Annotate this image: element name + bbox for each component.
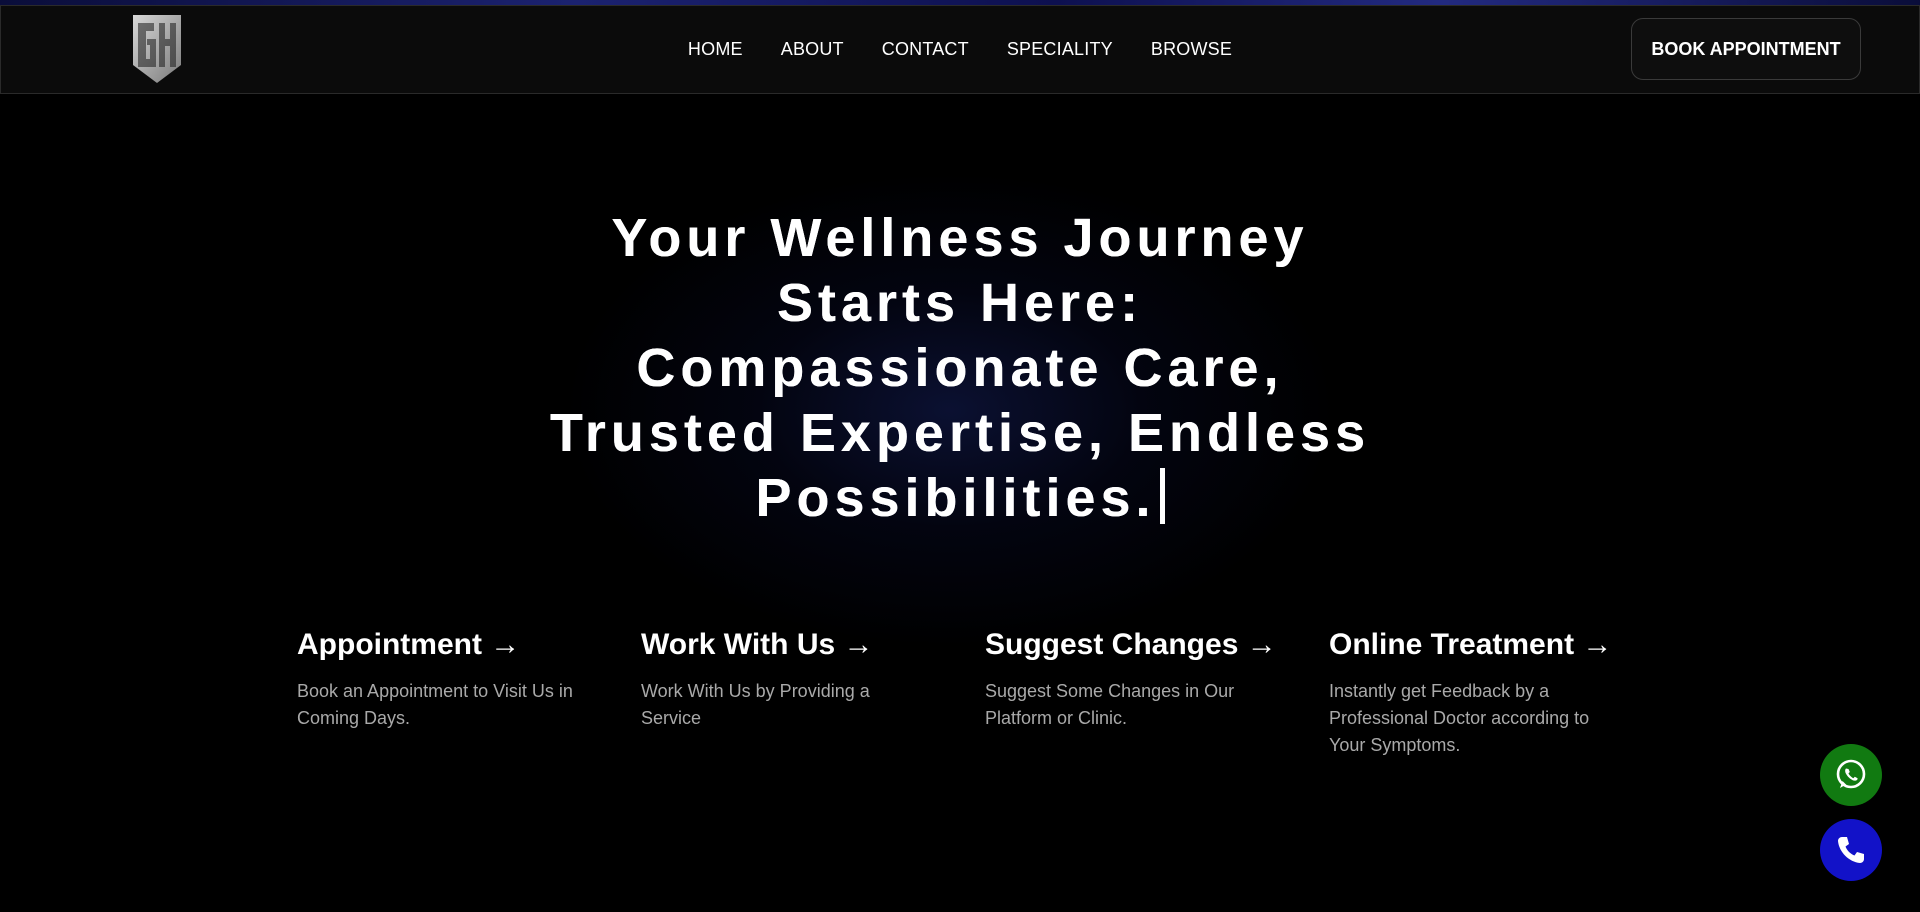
whatsapp-button[interactable] [1820, 744, 1882, 806]
feature-list: Appointment → Book an Appointment to Vis… [297, 628, 1673, 759]
phone-call-button[interactable] [1820, 819, 1882, 881]
feature-title-link[interactable]: Appointment → [297, 628, 641, 662]
hero-last-line-wrap: Possibilities. [460, 466, 1460, 531]
feature-card-online-treatment: Online Treatment → Instantly get Feedbac… [1329, 628, 1673, 759]
feature-card-appointment: Appointment → Book an Appointment to Vis… [297, 628, 641, 759]
hero-line: Trusted Expertise, Endless [549, 403, 1371, 463]
phone-icon [1838, 837, 1864, 863]
typing-cursor [1159, 468, 1165, 524]
feature-title-link[interactable]: Work With Us → [641, 628, 985, 662]
navbar: HOME ABOUT CONTACT SPECIALITY BROWSE BOO… [0, 5, 1920, 94]
nav-link-contact[interactable]: CONTACT [882, 39, 969, 60]
feature-description: Work With Us by Providing a Service [641, 681, 870, 728]
feature-description: Suggest Some Changes in Our Platform or … [985, 681, 1235, 728]
hero-heading: Your Wellness Journey Starts Here: Compa… [460, 206, 1460, 531]
feature-card-work-with-us: Work With Us → Work With Us by Providing… [641, 628, 985, 759]
feature-description: Book an Appointment to Visit Us in Comin… [297, 681, 573, 728]
feature-title-link[interactable]: Online Treatment → [1329, 628, 1673, 662]
hero-line: Compassionate Care, [636, 338, 1284, 398]
nav-link-about[interactable]: ABOUT [781, 39, 844, 60]
nav-link-browse[interactable]: BROWSE [1151, 39, 1232, 60]
book-appointment-button[interactable]: BOOK APPOINTMENT [1631, 18, 1861, 80]
nav-link-home[interactable]: HOME [688, 39, 743, 60]
feature-card-suggest-changes: Suggest Changes → Suggest Some Changes i… [985, 628, 1329, 759]
feature-description: Instantly get Feedback by a Professional… [1329, 681, 1590, 755]
nav-link-group: HOME ABOUT CONTACT SPECIALITY BROWSE [688, 39, 1232, 60]
hero-line: Starts Here: [776, 273, 1144, 333]
feature-title-link[interactable]: Suggest Changes → [985, 628, 1329, 662]
hero-line: Your Wellness Journey [611, 208, 1309, 268]
nav-link-speciality[interactable]: SPECIALITY [1007, 39, 1113, 60]
whatsapp-icon [1836, 759, 1866, 789]
hero-line: Possibilities. [755, 468, 1156, 528]
